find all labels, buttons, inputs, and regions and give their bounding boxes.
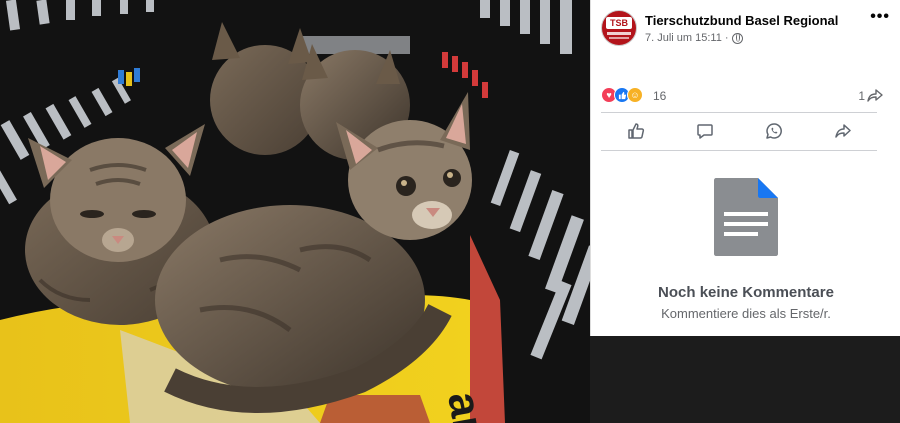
post-photo[interactable]: ar [0,0,590,423]
more-dots-icon[interactable]: ••• [870,8,890,26]
post-actions [601,116,877,146]
like-thumb-icon [627,123,644,139]
post-header: TSB Tierschutzbund Basel Regional 7. Jul… [601,10,891,50]
like-button[interactable] [616,118,656,144]
empty-comments-title: Noch keine Kommentare [658,284,834,301]
comment-bubble-icon [696,124,713,139]
post-meta: 7. Juli um 15:11 · [645,32,743,44]
post-details-panel: TSB Tierschutzbund Basel Regional 7. Jul… [590,0,900,336]
whatsapp-button[interactable] [754,118,794,144]
page-name-link[interactable]: Tierschutzbund Basel Regional [645,13,838,28]
meta-separator: · [724,32,729,44]
reaction-count[interactable]: 16 [653,89,666,103]
divider [601,112,877,113]
photo-viewer: ar TSB Tierschutzbund Basel Regional 7. … [0,0,900,423]
share-button[interactable] [823,118,863,144]
care-reaction-icon: ☺ [627,87,643,103]
kittens-in-carrier-photo: ar [0,0,590,423]
panel-bottom-area [590,336,900,423]
logo-line [607,32,631,35]
share-icon [834,124,851,138]
share-count-value: 1 [858,89,865,103]
page-logo-text: TSB [606,17,632,29]
reaction-icons[interactable]: ♥ ☺ [601,87,643,103]
globe-icon [731,32,743,44]
comment-button[interactable] [685,118,725,144]
empty-comments-subtitle: Kommentiere dies als Erste/r. [661,306,831,321]
document-icon [714,178,778,256]
whatsapp-icon [765,123,782,139]
page-avatar[interactable]: TSB [601,10,637,46]
post-date-link[interactable]: 7. Juli um 15:11 [645,32,722,44]
share-count[interactable]: 1 [858,89,883,103]
divider [601,150,877,151]
share-arrow-icon [867,89,883,102]
logo-line [609,37,629,39]
reactions-bar: ♥ ☺ 16 1 [601,86,891,106]
